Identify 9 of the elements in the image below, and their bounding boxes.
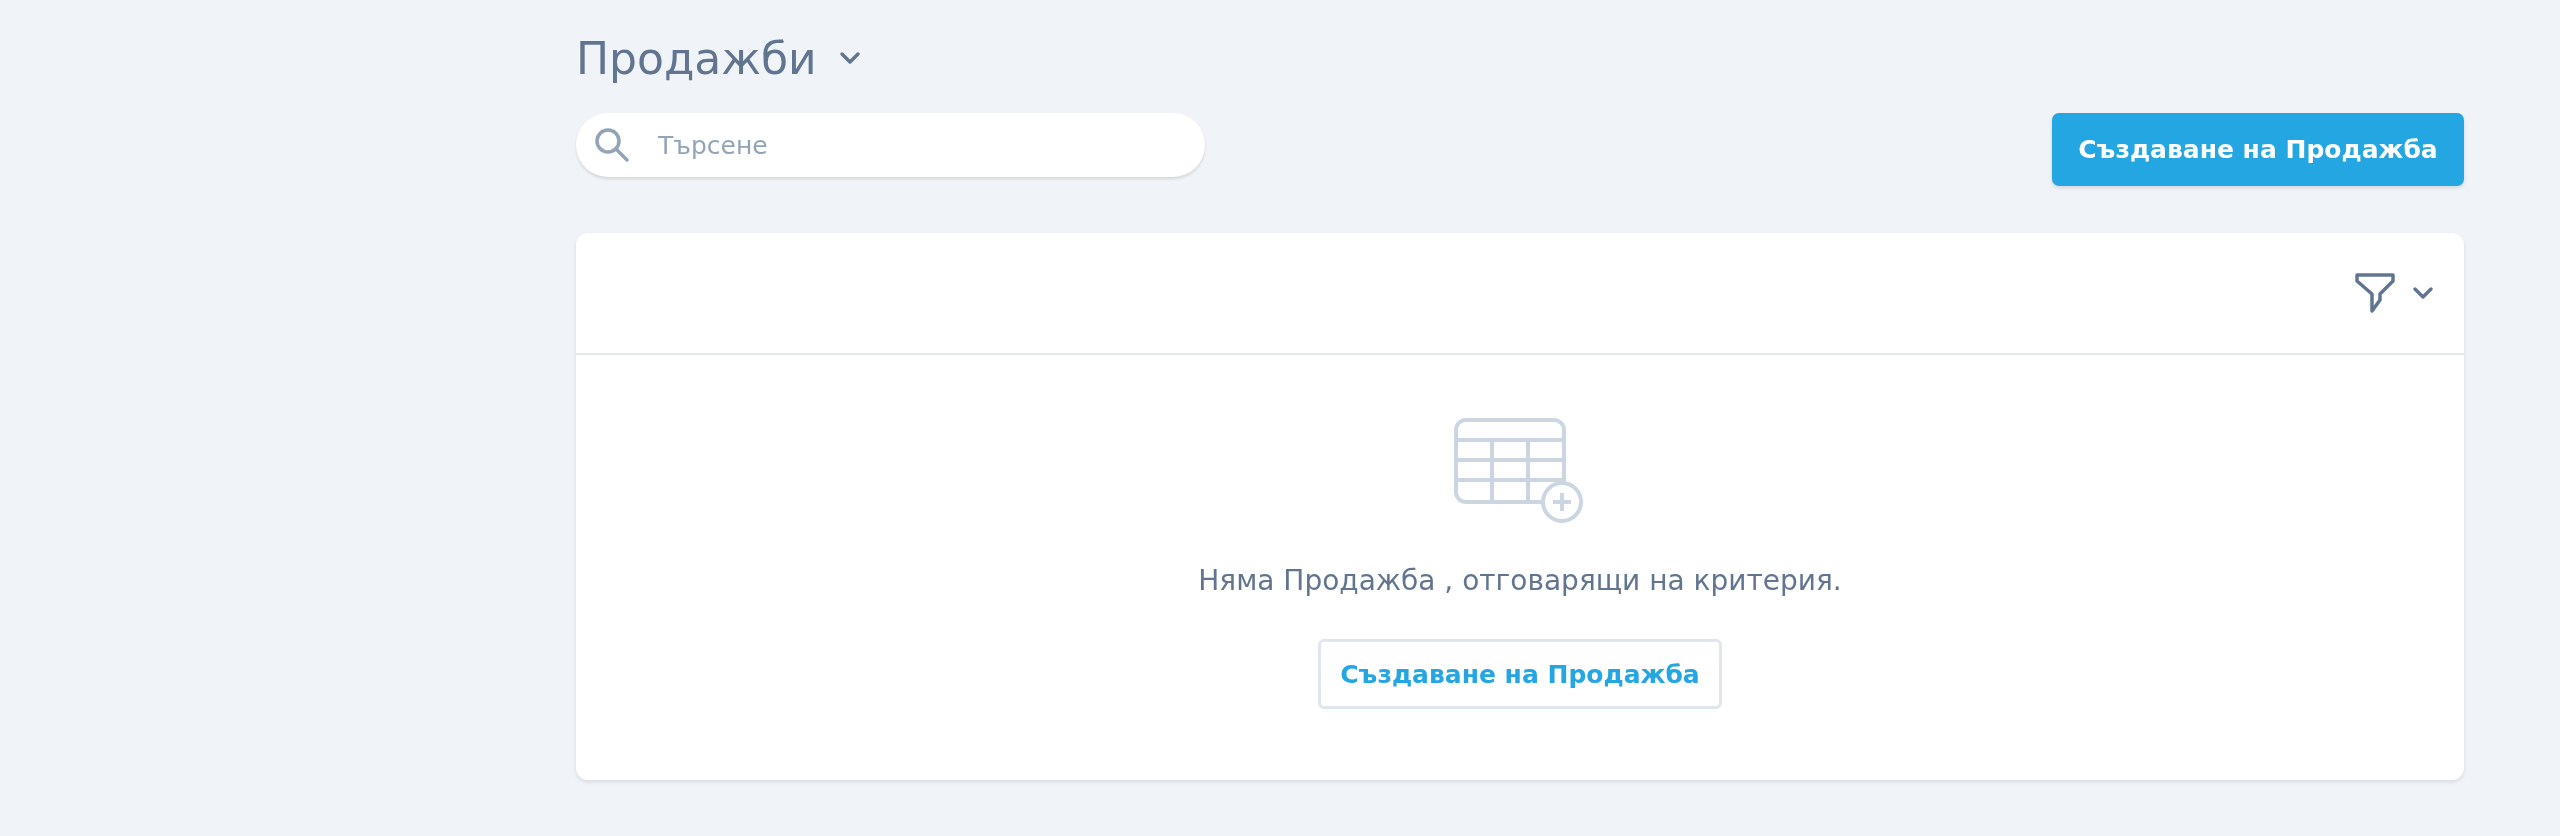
chevron-down-icon[interactable] xyxy=(2412,286,2434,300)
chevron-down-icon[interactable] xyxy=(838,51,861,65)
page-title: Продажби xyxy=(576,32,817,84)
create-sale-button[interactable]: Създаване на Продажба xyxy=(2052,113,2464,186)
table-add-icon xyxy=(1454,418,1586,524)
create-sale-button[interactable]: Създаване на Продажба xyxy=(1318,639,1722,709)
empty-message: Няма Продажба , отговарящи на критерия. xyxy=(1198,564,1842,597)
filter-icon[interactable] xyxy=(2354,272,2396,314)
search-field[interactable]: Търсене xyxy=(576,113,1205,177)
